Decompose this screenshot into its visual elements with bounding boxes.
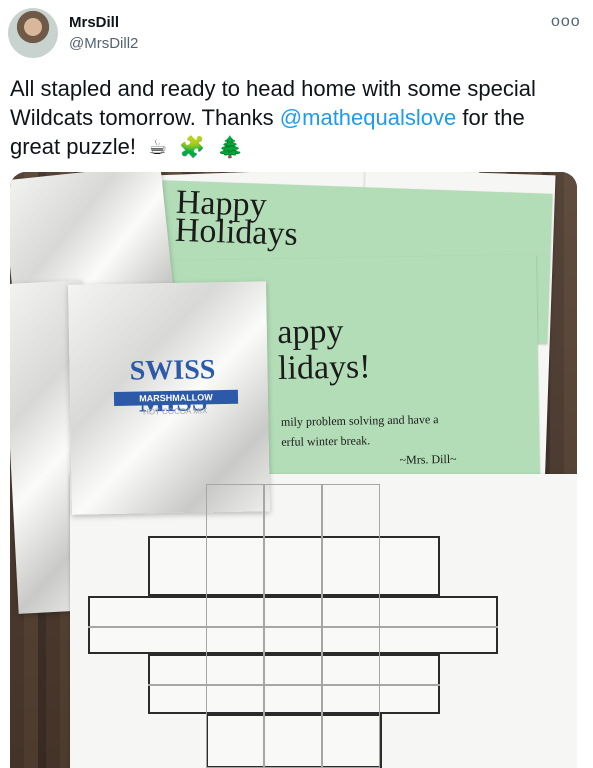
card-heading: appy lidays! <box>277 312 371 387</box>
grid-row-line <box>88 626 498 628</box>
tweet-text: All stapled and ready to head home with … <box>10 74 576 162</box>
user-handle[interactable]: @MrsDill2 <box>69 35 138 52</box>
card-body-line-2: erful winter break. <box>281 433 371 449</box>
grid-row-line <box>148 684 440 686</box>
card-signature: ~Mrs. Dill~ <box>399 451 457 467</box>
cocoa-packet-front: SWISS MISS MARSHMALLOW HOT COCOA MIX <box>68 281 270 515</box>
display-name[interactable]: MrsDill <box>69 14 119 31</box>
hot-drink-icon: ☕ <box>148 135 167 159</box>
packet-flavor: MARSHMALLOW <box>113 389 239 406</box>
card-top-heading: Happy Holidays <box>174 183 299 253</box>
tweet-photo[interactable]: Happy Holidays appy lidays! mily problem… <box>10 172 577 768</box>
puzzle-grid <box>88 484 518 768</box>
avatar[interactable] <box>8 8 58 58</box>
card-body-line-1: mily problem solving and have a <box>280 412 439 429</box>
more-options-icon[interactable]: ooo <box>551 12 580 32</box>
mention-link[interactable]: @mathequalslove <box>280 105 456 130</box>
evergreen-tree-icon: 🌲 <box>217 135 244 159</box>
puzzle-piece-icon: 🧩 <box>179 135 206 159</box>
tweet-header: MrsDill @MrsDill2 ooo <box>0 0 593 66</box>
